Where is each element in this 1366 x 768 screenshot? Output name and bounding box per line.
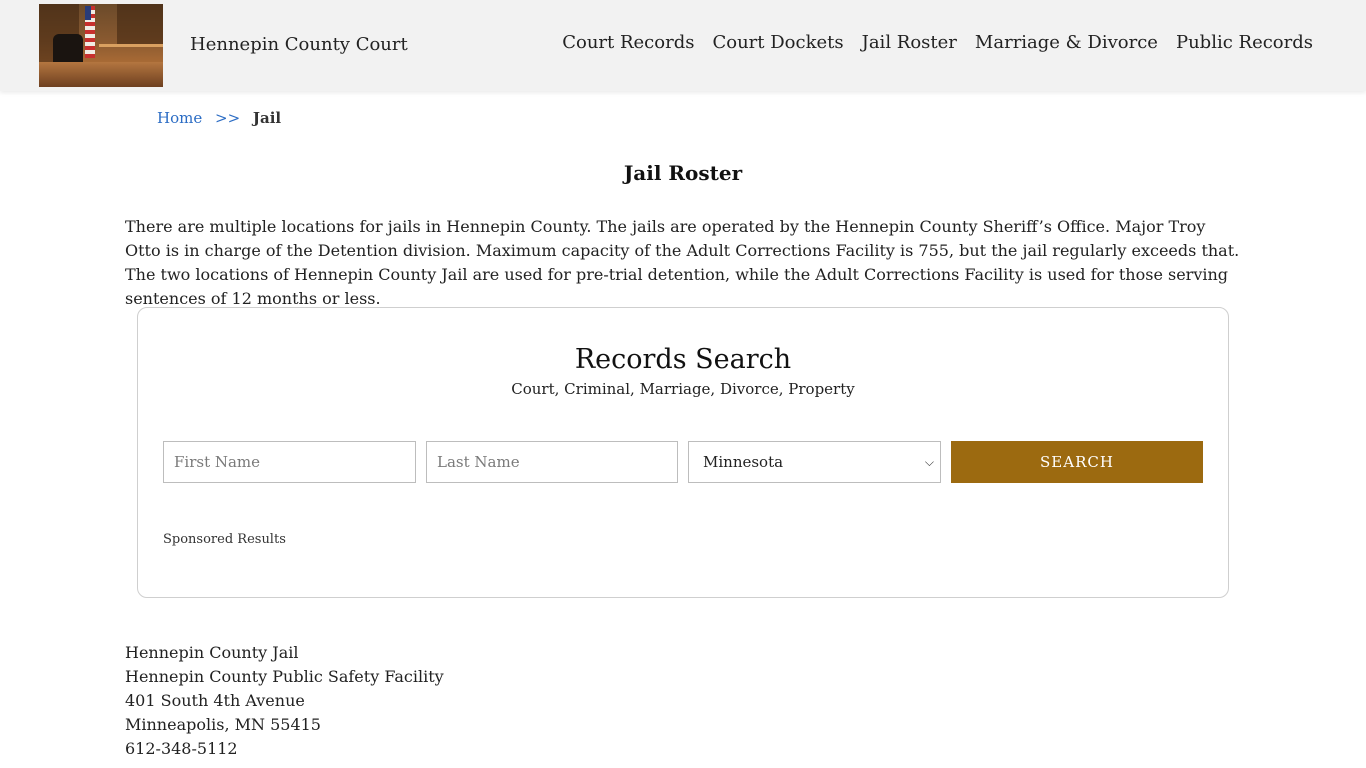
breadcrumb: Home >> Jail [157, 109, 281, 127]
search-button[interactable]: SEARCH [951, 441, 1203, 483]
nav-court-dockets[interactable]: Court Dockets [712, 32, 843, 53]
sponsored-results-label: Sponsored Results [163, 532, 286, 547]
state-select-value: Minnesota [703, 453, 784, 471]
breadcrumb-separator: >> [215, 109, 241, 127]
nav-jail-roster[interactable]: Jail Roster [862, 32, 957, 53]
breadcrumb-current: Jail [252, 109, 282, 127]
intro-paragraph: There are multiple locations for jails i… [125, 217, 1240, 308]
chevron-down-icon: ⌵ [924, 454, 934, 469]
site-header: Hennepin County Court Court Records Cour… [0, 0, 1366, 91]
records-search-panel: Records Search Court, Criminal, Marriage… [137, 307, 1229, 598]
main-nav: Court Records Court Dockets Jail Roster … [544, 32, 1313, 53]
first-name-input[interactable] [163, 441, 416, 483]
last-name-input[interactable] [426, 441, 678, 483]
address-line-facility: Hennepin County Public Safety Facility [125, 667, 444, 686]
address-line-name: Hennepin County Jail [125, 643, 299, 662]
address-line-phone: 612-348-5112 [125, 739, 238, 758]
site-title[interactable]: Hennepin County Court [190, 34, 408, 55]
nav-public-records[interactable]: Public Records [1176, 32, 1313, 53]
nav-court-records[interactable]: Court Records [562, 32, 694, 53]
nav-marriage-divorce[interactable]: Marriage & Divorce [975, 32, 1158, 53]
address-line-street: 401 South 4th Avenue [125, 691, 305, 710]
courtroom-logo-image[interactable] [39, 4, 163, 87]
state-select[interactable]: Minnesota ⌵ [688, 441, 941, 483]
breadcrumb-home-link[interactable]: Home [157, 109, 202, 127]
search-subtitle: Court, Criminal, Marriage, Divorce, Prop… [511, 380, 855, 398]
page-title: Jail Roster [623, 161, 743, 185]
search-title: Records Search [574, 344, 792, 375]
address-line-city: Minneapolis, MN 55415 [125, 715, 321, 734]
jail-address-block: Hennepin County Jail Hennepin County Pub… [125, 641, 444, 761]
